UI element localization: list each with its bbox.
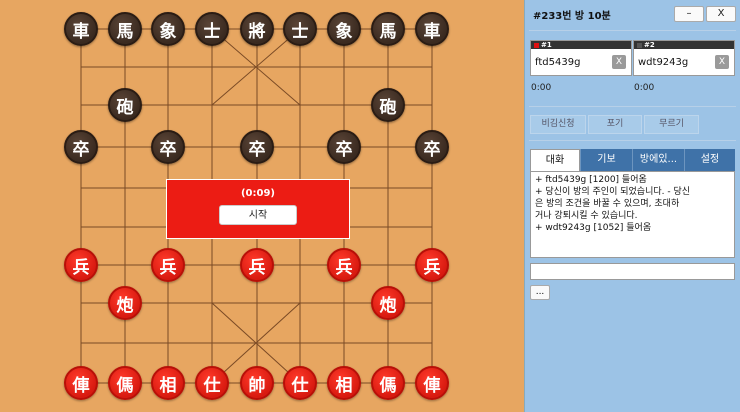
red-soldier-piece[interactable]: 兵 bbox=[415, 248, 449, 282]
close-button[interactable]: X bbox=[706, 6, 736, 22]
resign-button[interactable]: 포기 bbox=[588, 115, 642, 134]
minimize-button[interactable]: – bbox=[674, 6, 704, 22]
kick-player-two-button[interactable]: X bbox=[715, 55, 729, 69]
black-elephant-piece[interactable]: 象 bbox=[151, 12, 185, 46]
chat-message: + 당신이 방의 주인이 되었습니다. - 당신 bbox=[535, 187, 691, 197]
black-chariot-piece[interactable]: 車 bbox=[415, 12, 449, 46]
player-two-time: 0:00 bbox=[634, 83, 655, 93]
red-horse-piece[interactable]: 傌 bbox=[108, 366, 142, 400]
divider bbox=[529, 106, 736, 107]
red-chariot-piece[interactable]: 俥 bbox=[64, 366, 98, 400]
red-horse-piece[interactable]: 傌 bbox=[371, 366, 405, 400]
chat-message: 거나 강퇴시킬 수 있습니다. bbox=[535, 211, 638, 221]
start-button[interactable]: 시작 bbox=[219, 205, 297, 225]
game-start-dialog: (0:09) 시작 bbox=[166, 179, 350, 239]
chat-log[interactable]: + ftd5439g [1200] 들어옴 + 당신이 방의 주인이 되었습니다… bbox=[530, 171, 735, 258]
chat-message: 은 방의 조건을 바꿀 수 있으며, 초대하 bbox=[535, 199, 680, 209]
player-one-card: #1 ftd5439g X bbox=[530, 40, 632, 76]
red-elephant-piece[interactable]: 相 bbox=[151, 366, 185, 400]
divider bbox=[529, 30, 736, 31]
player-two-name: wdt9243g bbox=[638, 57, 689, 68]
undo-button[interactable]: 무르기 bbox=[644, 115, 699, 134]
chat-message: + ftd5439g [1200] 들어옴 bbox=[535, 175, 647, 185]
player-one-name: ftd5439g bbox=[535, 57, 581, 68]
draw-offer-button[interactable]: 비김신청 bbox=[530, 115, 586, 134]
player-one-time: 0:00 bbox=[531, 83, 552, 93]
black-cannon-piece[interactable]: 砲 bbox=[371, 88, 405, 122]
red-chariot-piece[interactable]: 俥 bbox=[415, 366, 449, 400]
room-title: #233번 방 10분 bbox=[533, 11, 611, 22]
divider bbox=[529, 140, 736, 141]
black-soldier-piece[interactable]: 卒 bbox=[327, 130, 361, 164]
black-soldier-piece[interactable]: 卒 bbox=[415, 130, 449, 164]
side-panel: #233번 방 10분 – X #1 ftd5439g X #2 wdt9243… bbox=[524, 0, 740, 412]
red-general-piece[interactable]: 帥 bbox=[240, 366, 274, 400]
red-soldier-piece[interactable]: 兵 bbox=[240, 248, 274, 282]
black-horse-piece[interactable]: 馬 bbox=[108, 12, 142, 46]
red-guard-piece[interactable]: 仕 bbox=[283, 366, 317, 400]
chat-input[interactable] bbox=[530, 263, 735, 280]
chat-message: + wdt9243g [1052] 들어옴 bbox=[535, 223, 652, 233]
black-guard-piece[interactable]: 士 bbox=[283, 12, 317, 46]
black-general-piece[interactable]: 將 bbox=[240, 12, 274, 46]
black-chariot-piece[interactable]: 車 bbox=[64, 12, 98, 46]
red-soldier-piece[interactable]: 兵 bbox=[64, 248, 98, 282]
red-cannon-piece[interactable]: 炮 bbox=[108, 286, 142, 320]
more-button[interactable]: ... bbox=[530, 285, 550, 300]
black-side-marker bbox=[637, 42, 642, 48]
black-cannon-piece[interactable]: 砲 bbox=[108, 88, 142, 122]
black-horse-piece[interactable]: 馬 bbox=[371, 12, 405, 46]
tab-settings[interactable]: 설정 bbox=[684, 149, 735, 171]
janggi-board[interactable]: 車 馬 象 士 將 士 象 馬 車 砲 砲 卒 卒 卒 卒 卒 兵 兵 兵 兵 … bbox=[0, 0, 524, 412]
player-two-card: #2 wdt9243g X bbox=[633, 40, 735, 76]
player-two-header: #2 bbox=[634, 41, 734, 49]
player-slot-label: #2 bbox=[644, 41, 655, 49]
tab-room-info[interactable]: 방에있... bbox=[632, 149, 684, 171]
black-soldier-piece[interactable]: 卒 bbox=[151, 130, 185, 164]
countdown-timer: (0:09) bbox=[240, 188, 275, 199]
tab-record[interactable]: 기보 bbox=[580, 149, 632, 171]
red-elephant-piece[interactable]: 相 bbox=[327, 366, 361, 400]
red-soldier-piece[interactable]: 兵 bbox=[327, 248, 361, 282]
red-guard-piece[interactable]: 仕 bbox=[195, 366, 229, 400]
kick-player-one-button[interactable]: X bbox=[612, 55, 626, 69]
black-soldier-piece[interactable]: 卒 bbox=[64, 130, 98, 164]
red-soldier-piece[interactable]: 兵 bbox=[151, 248, 185, 282]
red-cannon-piece[interactable]: 炮 bbox=[371, 286, 405, 320]
black-elephant-piece[interactable]: 象 bbox=[327, 12, 361, 46]
black-soldier-piece[interactable]: 卒 bbox=[240, 130, 274, 164]
tab-chat[interactable]: 대화 bbox=[530, 149, 580, 171]
player-slot-label: #1 bbox=[541, 41, 552, 49]
red-side-marker bbox=[534, 42, 539, 48]
black-guard-piece[interactable]: 士 bbox=[195, 12, 229, 46]
player-one-header: #1 bbox=[531, 41, 631, 49]
